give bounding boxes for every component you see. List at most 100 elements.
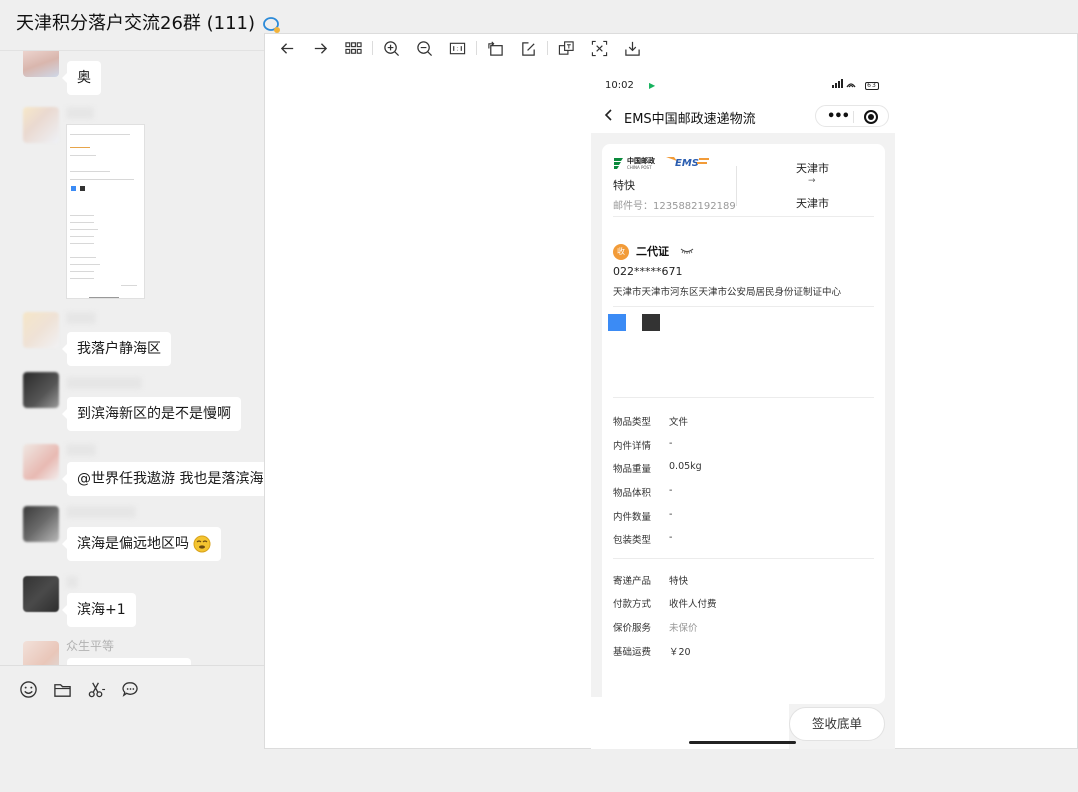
previous-image-button[interactable]	[271, 34, 304, 62]
chat-history-button[interactable]	[120, 679, 140, 699]
message-bubble[interactable]: 滨海+1	[62, 593, 136, 627]
blue-square	[608, 314, 626, 331]
divider	[613, 216, 874, 217]
avatar[interactable]	[23, 51, 59, 77]
field-label: 付款方式	[613, 599, 652, 610]
field-value: -	[669, 509, 673, 520]
chat-bubble-icon	[121, 681, 138, 697]
toolbar-separator	[547, 41, 548, 55]
screenshot-button[interactable]	[86, 679, 106, 699]
translate-button[interactable]	[550, 34, 583, 62]
message-bubble[interactable]: 滨海是偏远地区吗	[61, 527, 222, 561]
field-label: 包装类型	[613, 535, 652, 546]
logo-sub: CHINA POST	[627, 165, 652, 170]
group-chat-icon[interactable]	[262, 15, 281, 33]
message-bubble[interactable]: 我落户静海区	[62, 332, 171, 366]
back-chevron-icon[interactable]	[601, 107, 617, 123]
avatar[interactable]	[23, 107, 59, 143]
route-from: 天津市	[796, 162, 829, 175]
avatar[interactable]	[23, 506, 59, 542]
miniapp-title: EMS中国邮政速递物流	[624, 112, 756, 127]
chat-message-list[interactable]: 奥 我落户静海区 到滨海新区的是不是慢啊 @世界任我遨游 我也是落滨海 滨海是偏…	[0, 51, 264, 665]
route-arrow-icon: →	[808, 176, 816, 186]
actual-size-icon	[449, 42, 466, 54]
message-bubble[interactable]: @世界任我遨游 我也是落滨海	[61, 462, 264, 496]
hidden-eye-icon[interactable]	[680, 246, 694, 256]
message-bubble[interactable]	[67, 658, 191, 665]
message-bubble[interactable]: 奥	[62, 61, 101, 95]
sender-name-blurred	[66, 444, 96, 456]
field-label: 物品类型	[613, 417, 652, 428]
grid-icon	[345, 41, 362, 54]
actual-size-button[interactable]	[441, 34, 474, 62]
field-value: -	[669, 438, 673, 449]
field-label: 物品体积	[613, 488, 652, 499]
edit-button[interactable]	[512, 34, 545, 62]
receipt-button[interactable]: 签收底单	[789, 707, 885, 741]
recipient-name: 二代证	[636, 245, 669, 258]
logo-text: 中国邮政	[627, 156, 656, 165]
rotate-icon	[488, 40, 503, 56]
folder-icon	[53, 683, 71, 697]
scissors-icon	[88, 682, 105, 697]
field-value: 收件人付费	[669, 599, 717, 610]
china-post-logo: 中国邮政 CHINA POST	[614, 156, 656, 170]
emoji-icon	[193, 535, 211, 553]
phone-screenshot: 10:02 ▶ 63 EMS中国邮政速递物流 ••• 中国邮政 CHINA PO…	[591, 69, 895, 749]
more-dots-icon[interactable]: •••	[827, 109, 850, 124]
zoom-in-icon	[384, 40, 400, 56]
avatar[interactable]	[23, 312, 59, 348]
message-text: 滨海是偏远地区吗	[77, 536, 189, 552]
avatar[interactable]	[23, 641, 59, 665]
chat-title-text: 天津积分落户交流26群 (111)	[16, 13, 256, 34]
divider	[613, 306, 874, 307]
image-thumbnail[interactable]	[66, 124, 145, 299]
field-label: 寄递产品	[613, 576, 652, 587]
next-image-button[interactable]	[304, 34, 337, 62]
zoom-in-button[interactable]	[375, 34, 408, 62]
zoom-out-button[interactable]	[408, 34, 441, 62]
avatar[interactable]	[23, 576, 59, 612]
capsule-separator	[853, 111, 854, 123]
battery-icon: 63	[865, 81, 879, 90]
status-time: 10:02	[605, 80, 634, 91]
extract-text-button[interactable]	[583, 34, 616, 62]
tracking-number[interactable]: 邮件号：1235882192189	[613, 197, 736, 212]
recipient-phone: 022*****671	[613, 265, 683, 278]
field-value: 特快	[669, 576, 689, 587]
gallery-button[interactable]	[337, 34, 370, 62]
emoji-button[interactable]	[18, 679, 38, 699]
close-target-icon[interactable]	[864, 110, 878, 124]
field-label: 内件数量	[613, 512, 652, 523]
phone-status-bar: 10:02 ▶ 63	[591, 69, 895, 99]
field-value: -	[669, 485, 673, 496]
extract-text-icon	[591, 40, 608, 56]
download-button[interactable]	[616, 34, 649, 62]
waybill-card: 中国邮政 CHINA POST EMS 特快 邮件号：1235882192189…	[602, 144, 885, 704]
field-label: 保价服务	[613, 623, 652, 634]
tracking-label: 邮件号：	[613, 201, 653, 212]
field-label: 基础运费	[613, 647, 652, 658]
toolbar-separator	[476, 41, 477, 55]
field-value: 未保价	[669, 623, 698, 634]
play-icon: ▶	[649, 81, 656, 90]
rotate-button[interactable]	[479, 34, 512, 62]
home-indicator	[689, 741, 796, 744]
forward-arrow-icon	[314, 42, 328, 54]
field-value: ￥20	[669, 647, 691, 658]
signal-icon	[832, 79, 856, 88]
receiver-badge: 收	[613, 244, 629, 260]
route-to: 天津市	[796, 197, 829, 210]
image-viewer: 10:02 ▶ 63 EMS中国邮政速递物流 ••• 中国邮政 CHINA PO…	[264, 33, 1078, 749]
edit-icon	[522, 41, 535, 56]
file-button[interactable]	[52, 679, 72, 699]
avatar[interactable]	[23, 444, 59, 480]
field-value: 文件	[669, 417, 689, 428]
zoom-out-icon	[417, 40, 433, 56]
sender-name-blurred	[66, 506, 136, 518]
divider	[613, 397, 874, 398]
avatar[interactable]	[23, 372, 59, 408]
field-label: 物品重量	[613, 464, 652, 475]
chat-title[interactable]: 天津积分落户交流26群 (111)	[16, 9, 281, 35]
message-bubble[interactable]: 到滨海新区的是不是慢啊	[62, 397, 241, 431]
